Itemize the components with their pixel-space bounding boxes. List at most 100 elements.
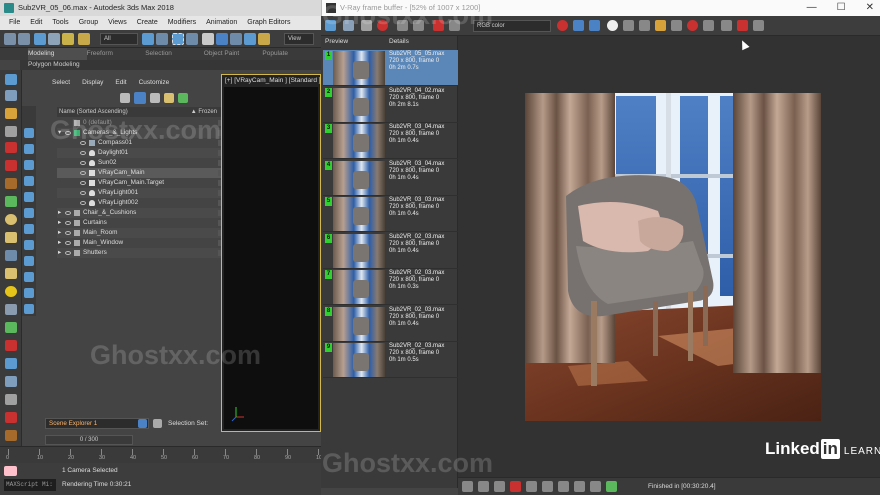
vfb-stop-icon[interactable]	[687, 20, 698, 31]
pivot-center-icon[interactable]	[258, 33, 270, 45]
ribbon-panel-polygon-modeling[interactable]: Polygon Modeling	[20, 60, 321, 70]
lock-icon[interactable]	[164, 93, 174, 103]
menu-group[interactable]: Group	[74, 16, 103, 30]
vfb-compare-icon[interactable]	[753, 20, 764, 31]
vfb-pan-icon[interactable]	[478, 481, 489, 492]
visibility-eye-icon[interactable]	[80, 191, 86, 195]
display-containers-icon[interactable]	[24, 272, 34, 282]
menu-views[interactable]: Views	[103, 16, 132, 30]
visibility-eye-icon[interactable]	[65, 211, 71, 215]
teapot-render-icon[interactable]	[5, 412, 17, 423]
sun-icon[interactable]	[5, 286, 17, 297]
history-item[interactable]: 4 Sub2VR_03_04.max 720 x 800, frame 0 0h 1m…	[323, 160, 458, 196]
vfb-srgb-icon[interactable]	[558, 481, 569, 492]
history-item[interactable]: 8 Sub2VR_02_03.max 720 x 800, frame 0 0h 1m…	[323, 306, 458, 342]
visibility-eye-icon[interactable]	[80, 161, 86, 165]
se-menu-select[interactable]: Select	[46, 74, 76, 92]
brush-icon[interactable]	[5, 178, 17, 189]
menu-modifiers[interactable]: Modifiers	[163, 16, 201, 30]
visibility-eye-icon[interactable]	[80, 201, 86, 205]
box-icon[interactable]	[5, 250, 17, 261]
visibility-eye-icon[interactable]	[80, 151, 86, 155]
menu-animation[interactable]: Animation	[201, 16, 242, 30]
vfb-history-icon[interactable]	[721, 20, 732, 31]
tree-row[interactable]: ▸ Main_Room	[57, 228, 233, 238]
display-xrefs-icon[interactable]	[24, 240, 34, 250]
tree-row[interactable]: Daylight01	[57, 148, 233, 158]
layers-icon[interactable]	[153, 419, 162, 428]
history-item[interactable]: 6 Sub2VR_02_03.max 720 x 800, frame 0 0h 1m…	[323, 233, 458, 269]
vfb-clone-icon[interactable]	[639, 20, 650, 31]
tree-row[interactable]: Sun02	[57, 158, 233, 168]
close-filter-icon[interactable]	[120, 93, 130, 103]
vfb-print-icon[interactable]	[671, 20, 682, 31]
visibility-eye-icon[interactable]	[65, 231, 71, 235]
sphere-icon[interactable]	[5, 214, 17, 225]
vfb-blue-channel-icon[interactable]	[573, 20, 584, 31]
history-item[interactable]: 1 Sub2VR_05_05.max 720 x 800, frame 0 0h 2m…	[323, 50, 458, 86]
vfb-levels-icon[interactable]	[510, 481, 521, 492]
tree-row[interactable]: ▸ Chair_&_Cushions	[57, 208, 233, 218]
layer-manager-icon[interactable]	[178, 93, 188, 103]
ribbon-tab-freeform[interactable]: Freeform	[87, 48, 146, 60]
track-bar[interactable]: 0102030405060708090100	[0, 446, 325, 463]
vfb-exposure-icon[interactable]	[542, 481, 553, 492]
tree-row[interactable]: VRayLight002	[57, 198, 233, 208]
undo-icon[interactable]	[4, 33, 16, 45]
material-icon[interactable]	[5, 358, 17, 369]
teapot-icon[interactable]	[5, 142, 17, 153]
select-place-icon[interactable]	[244, 33, 256, 45]
display-spacewarps-icon[interactable]	[24, 208, 34, 218]
menu-edit[interactable]: Edit	[25, 16, 47, 30]
fog-icon[interactable]	[5, 304, 17, 315]
select-rotate-icon[interactable]	[216, 33, 228, 45]
maxscript-mini-listener[interactable]: MAXScript Mi:	[4, 479, 56, 491]
filter-icon[interactable]	[134, 92, 146, 104]
history-item[interactable]: 7 Sub2VR_02_03.max 720 x 800, frame 0 0h 1m…	[323, 269, 458, 305]
ribbon-tab-selection[interactable]: Selection	[145, 48, 204, 60]
ribbon-tab-populate[interactable]: Populate	[262, 48, 321, 60]
visibility-eye-icon[interactable]	[65, 221, 71, 225]
display-frozen-icon[interactable]	[24, 288, 34, 298]
visibility-eye-icon[interactable]	[65, 251, 71, 255]
expand-arrow-icon[interactable]: ▸	[58, 248, 61, 258]
minimize-icon[interactable]: —	[807, 0, 817, 16]
redo-icon[interactable]	[18, 33, 30, 45]
expand-arrow-icon[interactable]: ▸	[58, 238, 61, 248]
tree-row[interactable]: ▸ Shutters	[57, 248, 233, 258]
modify-panel-icon[interactable]	[5, 90, 17, 101]
settings-icon[interactable]	[5, 394, 17, 405]
history-item[interactable]: 3 Sub2VR_03_04.max 720 x 800, frame 0 0h 1m…	[323, 123, 458, 159]
display-hidden-icon[interactable]	[24, 304, 34, 314]
viewport-canvas[interactable]	[224, 87, 318, 429]
vfb-alpha-channel-icon[interactable]	[589, 20, 600, 31]
visibility-eye-icon[interactable]	[80, 171, 86, 175]
time-slider[interactable]: 0 / 300	[45, 435, 133, 445]
unlink-icon[interactable]	[48, 33, 60, 45]
display-bones-icon[interactable]	[24, 256, 34, 266]
menu-tools[interactable]: Tools	[47, 16, 73, 30]
history-item[interactable]: 9 Sub2VR_02_03.max 720 x 800, frame 0 0h 1m…	[323, 342, 458, 378]
selection-filter-icon[interactable]	[78, 33, 90, 45]
grid-icon[interactable]	[5, 196, 17, 207]
tool-icon[interactable]	[5, 430, 17, 441]
bind-space-warp-icon[interactable]	[62, 33, 74, 45]
vfb-lens-icon[interactable]	[703, 20, 714, 31]
ribbon-tab-object-paint[interactable]: Object Paint	[204, 48, 263, 60]
cone-icon[interactable]	[5, 268, 17, 279]
select-object-icon[interactable]	[142, 33, 154, 45]
vfb-folder-icon[interactable]	[655, 20, 666, 31]
vfb-save-image-icon[interactable]	[623, 20, 634, 31]
menu-graph-editors[interactable]: Graph Editors	[242, 16, 295, 30]
expand-arrow-icon[interactable]: ▸	[58, 208, 61, 218]
tree-row[interactable]: VRayLight001	[57, 188, 233, 198]
vfb-mono-icon[interactable]	[607, 20, 618, 31]
display-shapes-icon[interactable]	[24, 144, 34, 154]
cylinder-icon[interactable]	[5, 232, 17, 243]
render-icon[interactable]	[5, 340, 17, 351]
visibility-eye-icon[interactable]	[80, 181, 86, 185]
expand-arrow-icon[interactable]: ▸	[58, 218, 61, 228]
select-scale-icon[interactable]	[230, 33, 242, 45]
menu-file[interactable]: File	[4, 16, 25, 30]
vfb-red-dot-icon[interactable]	[557, 20, 568, 31]
